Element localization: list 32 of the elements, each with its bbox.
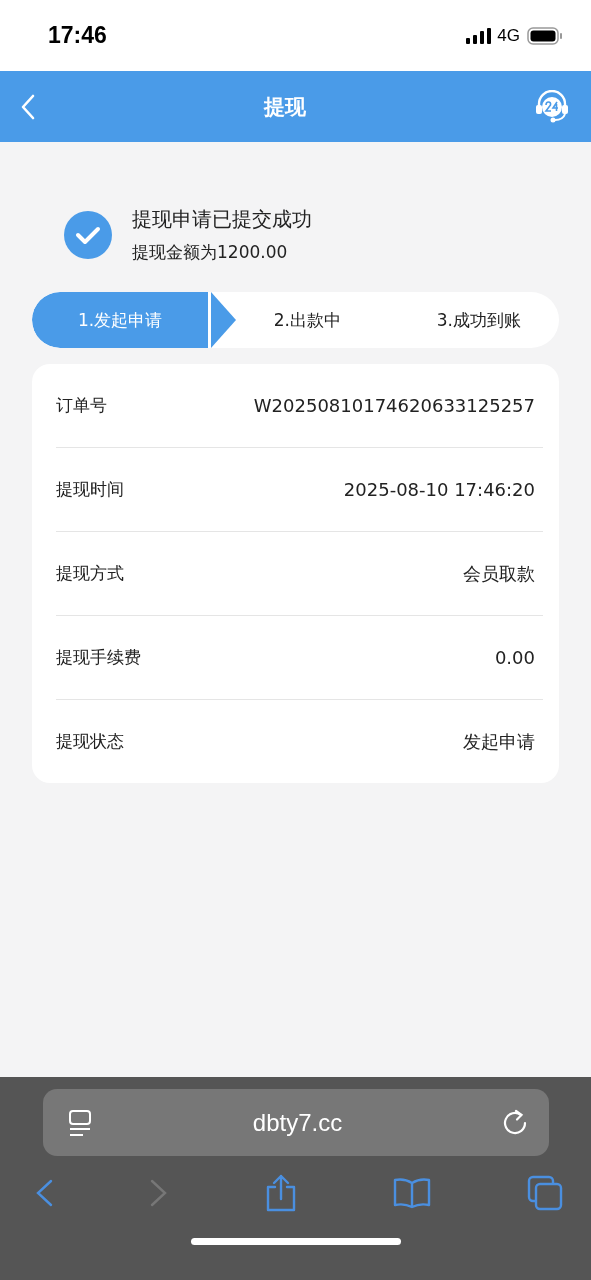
url-text: dbty7.cc <box>252 1108 343 1137</box>
step: 3.成功到账 <box>378 292 559 348</box>
share-icon[interactable] <box>264 1174 297 1212</box>
network-label: 4G <box>497 25 520 46</box>
detail-label: 提现方式 <box>56 562 124 585</box>
result-title: 提现申请已提交成功 <box>132 206 312 233</box>
page-menu-icon[interactable] <box>66 1108 93 1137</box>
signal-icon <box>466 27 493 44</box>
step: 1.发起申请 <box>32 292 208 348</box>
detail-value: 0.00 <box>494 647 536 668</box>
back-icon[interactable] <box>34 1178 54 1208</box>
tabs-icon[interactable] <box>527 1175 563 1211</box>
detail-label: 提现手续费 <box>56 646 141 669</box>
detail-label: 提现时间 <box>56 478 124 501</box>
result-amount: 提现金额为1200.00 <box>132 241 289 264</box>
step-arrow-icon <box>211 292 236 348</box>
back-icon[interactable] <box>20 93 36 120</box>
status-time: 17:46 <box>48 22 107 49</box>
address-bar[interactable]: dbty7.cc <box>42 1089 549 1156</box>
reload-icon[interactable] <box>502 1108 529 1137</box>
detail-value: W20250810174620633125257 <box>253 395 536 416</box>
detail-value: 2025-08-10 17:46:20 <box>343 479 536 500</box>
detail-label: 订单号 <box>56 394 107 417</box>
detail-value: 发起申请 <box>463 729 536 754</box>
headset-icon[interactable] <box>533 89 571 124</box>
battery-icon <box>527 26 563 45</box>
check-icon <box>64 211 112 259</box>
book-icon[interactable] <box>391 1177 432 1209</box>
step: 2.出款中 <box>236 292 379 348</box>
detail-value: 会员取款 <box>463 561 536 586</box>
detail-label: 提现状态 <box>56 730 124 753</box>
page-title: 提现 <box>263 93 306 121</box>
